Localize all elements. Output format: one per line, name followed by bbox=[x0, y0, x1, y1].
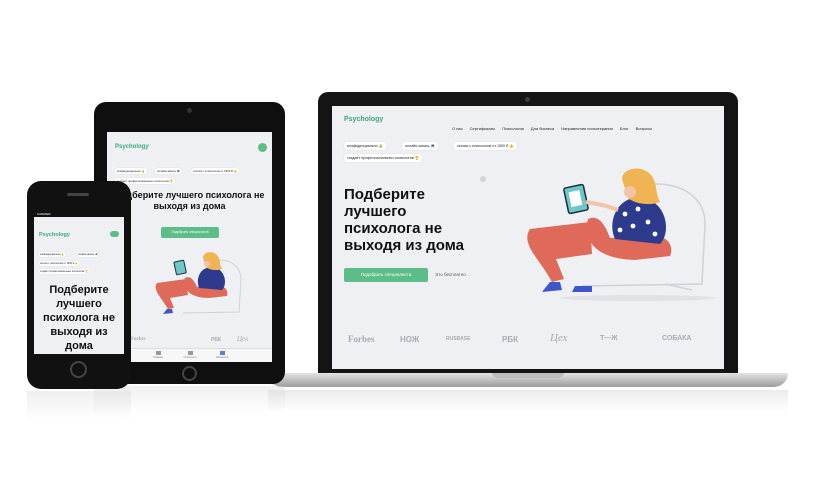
nav-faq[interactable]: Вопросы bbox=[636, 126, 652, 131]
nav-certificates[interactable]: Сертификаты bbox=[470, 126, 496, 131]
phone-chip-online: онлайн-запись 💻 bbox=[77, 252, 99, 257]
tablet-brand-tseh: Цех bbox=[237, 335, 249, 343]
tablet-chip-online: онлайн-запись 💻 bbox=[155, 168, 183, 174]
laptop-shadow bbox=[268, 390, 788, 412]
tablet-camera bbox=[187, 108, 192, 113]
nav-psychologists[interactable]: Психологии bbox=[502, 126, 524, 131]
brand-sobaka: СОБАКА bbox=[662, 335, 692, 342]
tablet-menu-icon[interactable] bbox=[258, 143, 267, 152]
tablet-tab-home[interactable]: Главная bbox=[147, 351, 169, 359]
phone-chip-price: сессия с психологом от 1500 ₽ 👍 bbox=[39, 261, 79, 266]
tablet-home-button[interactable] bbox=[182, 366, 197, 381]
laptop-cta-button[interactable]: Подобрать специалиста bbox=[344, 268, 428, 282]
phone-carrier: CARRIER bbox=[37, 212, 51, 216]
nav-business[interactable]: Для бизнеса bbox=[531, 126, 554, 131]
tab-home-icon bbox=[155, 351, 161, 355]
brand-rbc: РБК bbox=[502, 335, 518, 344]
phone-heading: Подберите лучшего психолога не выходя из… bbox=[43, 284, 115, 352]
tab-chat-icon bbox=[219, 351, 225, 355]
chip-confidential: конфиденциально 🔒 bbox=[344, 142, 387, 150]
tablet-screen: Psychology конфиденциально 🔒 онлайн-запи… bbox=[107, 132, 272, 362]
nav-blog[interactable]: Блог bbox=[620, 126, 629, 131]
phone-chip-confidential: конфиденциально 🔒 bbox=[39, 252, 66, 257]
laptop-notch bbox=[492, 373, 564, 378]
tablet-tabbar: Главная Психологи Связаться bbox=[107, 348, 272, 362]
brand-forbes: Forbes bbox=[348, 334, 375, 344]
tablet-cta-button[interactable]: Подобрать специалиста bbox=[161, 227, 219, 238]
phone-status-bar: CARRIER bbox=[34, 211, 124, 217]
laptop-illustration bbox=[527, 168, 716, 301]
brand-tseh: Цех bbox=[550, 332, 568, 344]
tab-people-icon bbox=[187, 351, 193, 355]
laptop-free-note: Это бесплатно bbox=[435, 272, 466, 277]
brand-tzh: Т—Ж bbox=[600, 335, 618, 342]
tablet-chip-price: сессия с психологом от 1500 ₽ 👍 bbox=[191, 168, 240, 174]
chip-price: сессия с психологом от 1500 ₽ 👍 bbox=[454, 142, 517, 150]
tablet-heading: Подберите лучшего психолога не выходя из… bbox=[114, 190, 265, 211]
phone-home-button[interactable] bbox=[70, 361, 87, 378]
phone-speaker bbox=[67, 193, 89, 196]
chip-online: онлайн-запись 💻 bbox=[402, 142, 439, 150]
brand-nozh: НОЖ bbox=[400, 335, 420, 344]
laptop-heading: Подберите лучшего психолога не выходя из… bbox=[344, 186, 464, 254]
tablet-chip-confidential: конфиденциально 🔒 bbox=[115, 168, 148, 174]
nav-about[interactable]: О нас bbox=[452, 126, 463, 131]
laptop-logo[interactable]: Psychology bbox=[344, 116, 383, 123]
laptop-camera bbox=[525, 97, 530, 102]
tablet-tab-psychologists[interactable]: Психологи bbox=[179, 351, 201, 359]
tablet-brand-forbes: Forbes bbox=[131, 337, 146, 342]
tablet-tab-contact[interactable]: Связаться bbox=[211, 351, 233, 359]
decorative-dot bbox=[480, 176, 486, 182]
nav-therapy[interactable]: Направления психотерапии bbox=[561, 126, 613, 131]
phone-screen: CARRIER Psychology конфиденциально 🔒 онл… bbox=[34, 211, 124, 354]
phone-shadow bbox=[27, 391, 131, 421]
tablet-logo[interactable]: Psychology bbox=[115, 144, 149, 150]
laptop-nav: О нас Сертификаты Психологии Для бизнеса Нап… bbox=[452, 117, 659, 135]
phone-logo[interactable]: Psychology bbox=[39, 232, 70, 238]
chip-pro: создаёт профессиональных психологов 🏆 bbox=[344, 154, 423, 162]
brand-rusbase: RUSBASE bbox=[446, 336, 471, 342]
phone-menu-icon[interactable] bbox=[110, 231, 119, 237]
tablet-brand-rbc: РБК bbox=[211, 337, 221, 343]
phone-chip-pro: создаёт профессиональных психологов 🏆 bbox=[39, 269, 89, 274]
tablet-illustration bbox=[155, 252, 242, 314]
laptop-screen: Psychology О нас Сертификаты Психологии Для… bbox=[332, 106, 724, 369]
